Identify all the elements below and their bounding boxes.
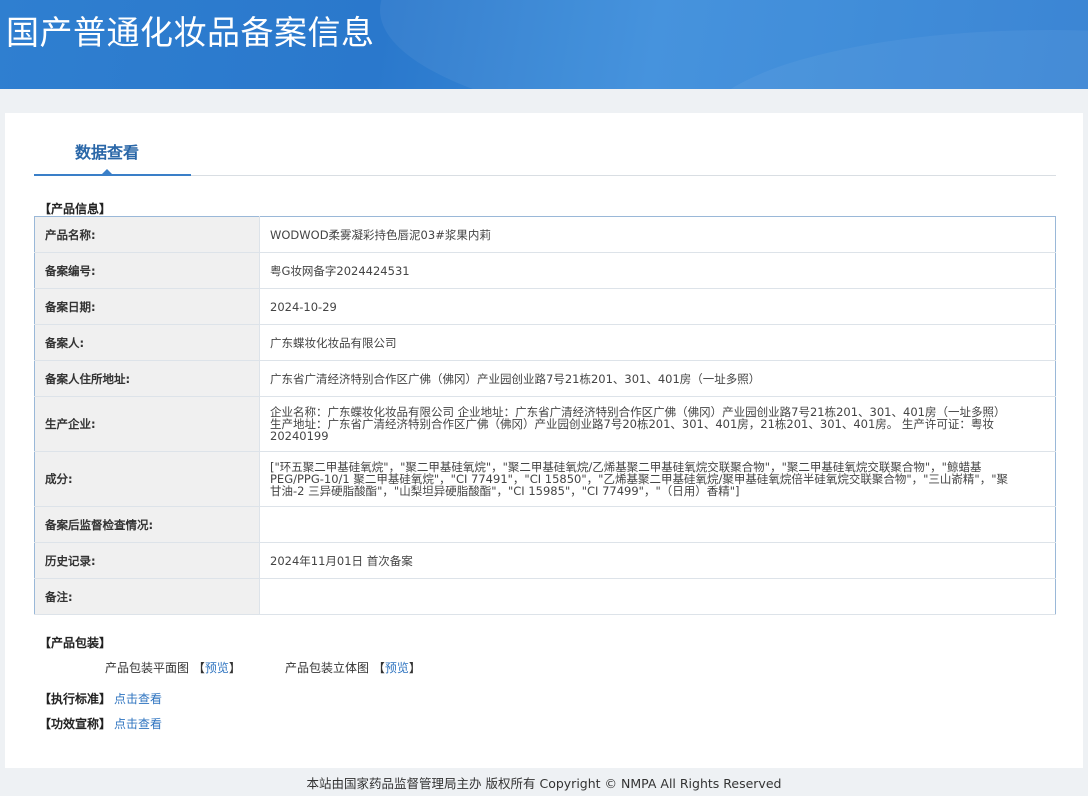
table-row: 备案人住所地址: 广东省广清经济特别合作区广佛（佛冈）产业园创业路7号21栋20… <box>34 360 1056 397</box>
row-value <box>259 578 1056 615</box>
bracket-open: 【 <box>372 661 385 675</box>
table-row: 备案人: 广东蝶妆化妆品有限公司 <box>34 324 1056 361</box>
active-tab-caret-icon <box>101 169 113 175</box>
row-label: 备注: <box>34 578 260 615</box>
efficacy-view-link[interactable]: 点击查看 <box>114 715 162 732</box>
row-label: 历史记录: <box>34 542 260 579</box>
footer-copyright: 本站由国家药品监督管理局主办 版权所有 Copyright © NMPA All… <box>306 776 782 791</box>
row-label: 成分: <box>34 451 260 507</box>
stereo-image-label: 产品包装立体图 <box>285 661 370 675</box>
row-value: 广东省广清经济特别合作区广佛（佛冈）产业园创业路7号21栋201、301、401… <box>259 360 1056 397</box>
flat-image-label: 产品包装平面图 <box>105 661 190 675</box>
row-value: ["环五聚二甲基硅氧烷"，"聚二甲基硅氧烷"，"聚二甲基硅氧烷/乙烯基聚二甲基硅… <box>259 451 1056 507</box>
standard-title: 【执行标准】 <box>39 692 112 706</box>
stereo-image-preview-link[interactable]: 预览 <box>385 661 409 675</box>
row-value: 企业名称：广东蝶妆化妆品有限公司 企业地址：广东省广清经济特别合作区广佛（佛冈）… <box>259 396 1056 452</box>
row-label: 生产企业: <box>34 396 260 452</box>
product-info-title: 【产品信息】 <box>39 202 112 216</box>
page-title: 国产普通化妆品备案信息 <box>6 13 375 52</box>
packaging-title: 【产品包装】 <box>39 636 112 650</box>
row-value: 2024年11月01日 首次备案 <box>259 542 1056 579</box>
table-row: 历史记录: 2024年11月01日 首次备案 <box>34 542 1056 579</box>
tab-bar: 数据查看 <box>34 113 1056 176</box>
bracket-open: 【 <box>192 661 205 675</box>
table-row: 备案后监督检查情况: <box>34 506 1056 543</box>
flat-image-preview-link[interactable]: 预览 <box>205 661 229 675</box>
row-value: 粤G妆网备字2024424531 <box>259 252 1056 289</box>
row-value <box>259 506 1056 543</box>
bracket-close: 】 <box>228 661 241 675</box>
row-label: 备案后监督检查情况: <box>34 506 260 543</box>
table-row: 备案日期: 2024-10-29 <box>34 288 1056 325</box>
tab-data-view[interactable]: 数据查看 <box>34 113 191 176</box>
table-row: 成分: ["环五聚二甲基硅氧烷"，"聚二甲基硅氧烷"，"聚二甲基硅氧烷/乙烯基聚… <box>34 451 1056 507</box>
row-value: 2024-10-29 <box>259 288 1056 325</box>
content-card: 数据查看 【产品信息】 产品名称: WODWOD柔雾凝彩持色唇泥03#浆果内莉 … <box>5 113 1083 768</box>
stereo-image-preview-row: 产品包装立体图 【预览】 <box>285 659 421 676</box>
standard-view-link[interactable]: 点击查看 <box>114 690 162 707</box>
bracket-close: 】 <box>408 661 421 675</box>
efficacy-title: 【功效宣称】 <box>39 717 112 731</box>
header-banner: 国产普通化妆品备案信息 <box>0 0 1088 89</box>
row-label: 产品名称: <box>34 216 260 253</box>
product-info-table: 产品名称: WODWOD柔雾凝彩持色唇泥03#浆果内莉 备案编号: 粤G妆网备字… <box>34 216 1056 615</box>
row-value: 广东蝶妆化妆品有限公司 <box>259 324 1056 361</box>
table-row: 备注: <box>34 578 1056 615</box>
row-label: 备案日期: <box>34 288 260 325</box>
tab-label: 数据查看 <box>75 143 140 162</box>
row-value: WODWOD柔雾凝彩持色唇泥03#浆果内莉 <box>259 216 1056 253</box>
table-row: 生产企业: 企业名称：广东蝶妆化妆品有限公司 企业地址：广东省广清经济特别合作区… <box>34 396 1056 452</box>
flat-image-preview-row: 产品包装平面图 【预览】 <box>105 659 241 676</box>
row-label: 备案人: <box>34 324 260 361</box>
table-row: 产品名称: WODWOD柔雾凝彩持色唇泥03#浆果内莉 <box>34 216 1056 253</box>
table-row: 备案编号: 粤G妆网备字2024424531 <box>34 252 1056 289</box>
row-label: 备案编号: <box>34 252 260 289</box>
row-label: 备案人住所地址: <box>34 360 260 397</box>
